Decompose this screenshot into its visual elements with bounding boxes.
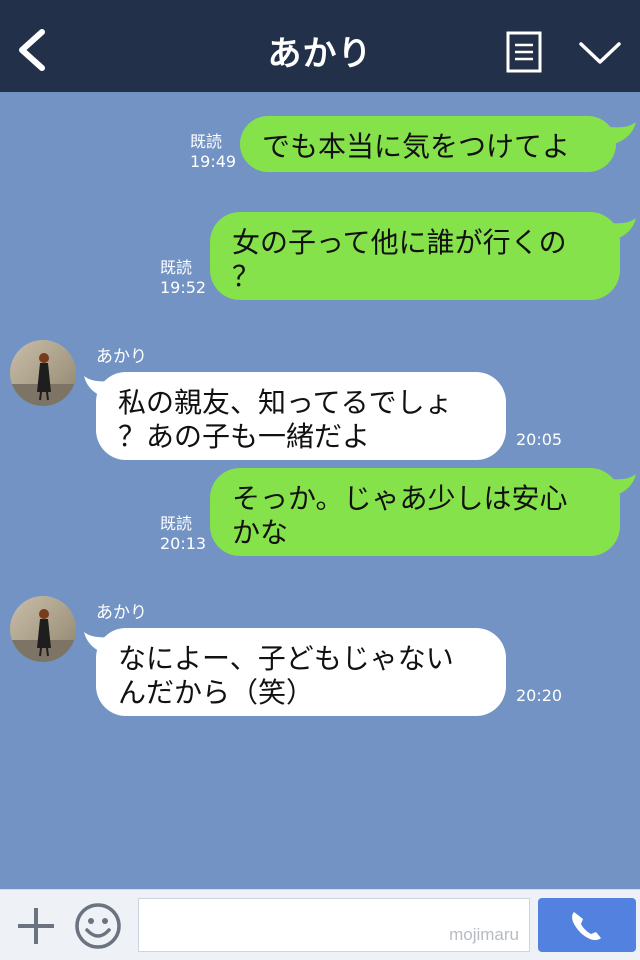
- bubble-tail: [604, 122, 636, 144]
- call-button[interactable]: [538, 898, 636, 952]
- phone-icon: [572, 912, 601, 941]
- contact-avatar[interactable]: [10, 596, 76, 662]
- chat-header: あかり: [0, 0, 640, 92]
- smiley-icon[interactable]: [74, 902, 122, 950]
- message-input[interactable]: mojimaru: [138, 898, 530, 952]
- bubble-tail: [604, 218, 636, 240]
- message-bubble-received[interactable]: なによー、子どもじゃない んだから（笑）: [96, 628, 506, 716]
- chat-area[interactable]: 既読 19:49 でも本当に気をつけてよ 既読 19:52 女の子って他に誰が行…: [0, 92, 640, 889]
- sender-name: あかり: [96, 347, 147, 367]
- input-bar: mojimaru: [0, 889, 640, 960]
- message-bubble-sent[interactable]: でも本当に気をつけてよ: [240, 116, 616, 172]
- watermark-text: mojimaru: [449, 925, 519, 944]
- bubble-tail: [604, 474, 636, 496]
- sender-name: あかり: [96, 603, 147, 623]
- message-bubble-sent[interactable]: そっか。じゃあ少しは安心 かな: [210, 468, 620, 556]
- message-bubble-sent[interactable]: 女の子って他に誰が行くの ？: [210, 212, 620, 300]
- message-time: 20:20: [516, 686, 563, 705]
- contact-avatar[interactable]: [10, 340, 76, 406]
- read-receipt: 既読 19:52: [160, 258, 207, 297]
- chevron-down-icon[interactable]: [578, 40, 622, 66]
- message-time: 20:05: [516, 430, 563, 449]
- read-receipt: 既読 20:13: [160, 514, 207, 553]
- plus-icon[interactable]: [14, 904, 58, 948]
- read-receipt: 既読 19:49: [190, 132, 237, 171]
- chat-title: あかり: [267, 34, 373, 74]
- notes-icon[interactable]: [506, 31, 542, 73]
- message-bubble-received[interactable]: 私の親友、知ってるでしょ ？あの子も一緒だよ: [96, 372, 506, 460]
